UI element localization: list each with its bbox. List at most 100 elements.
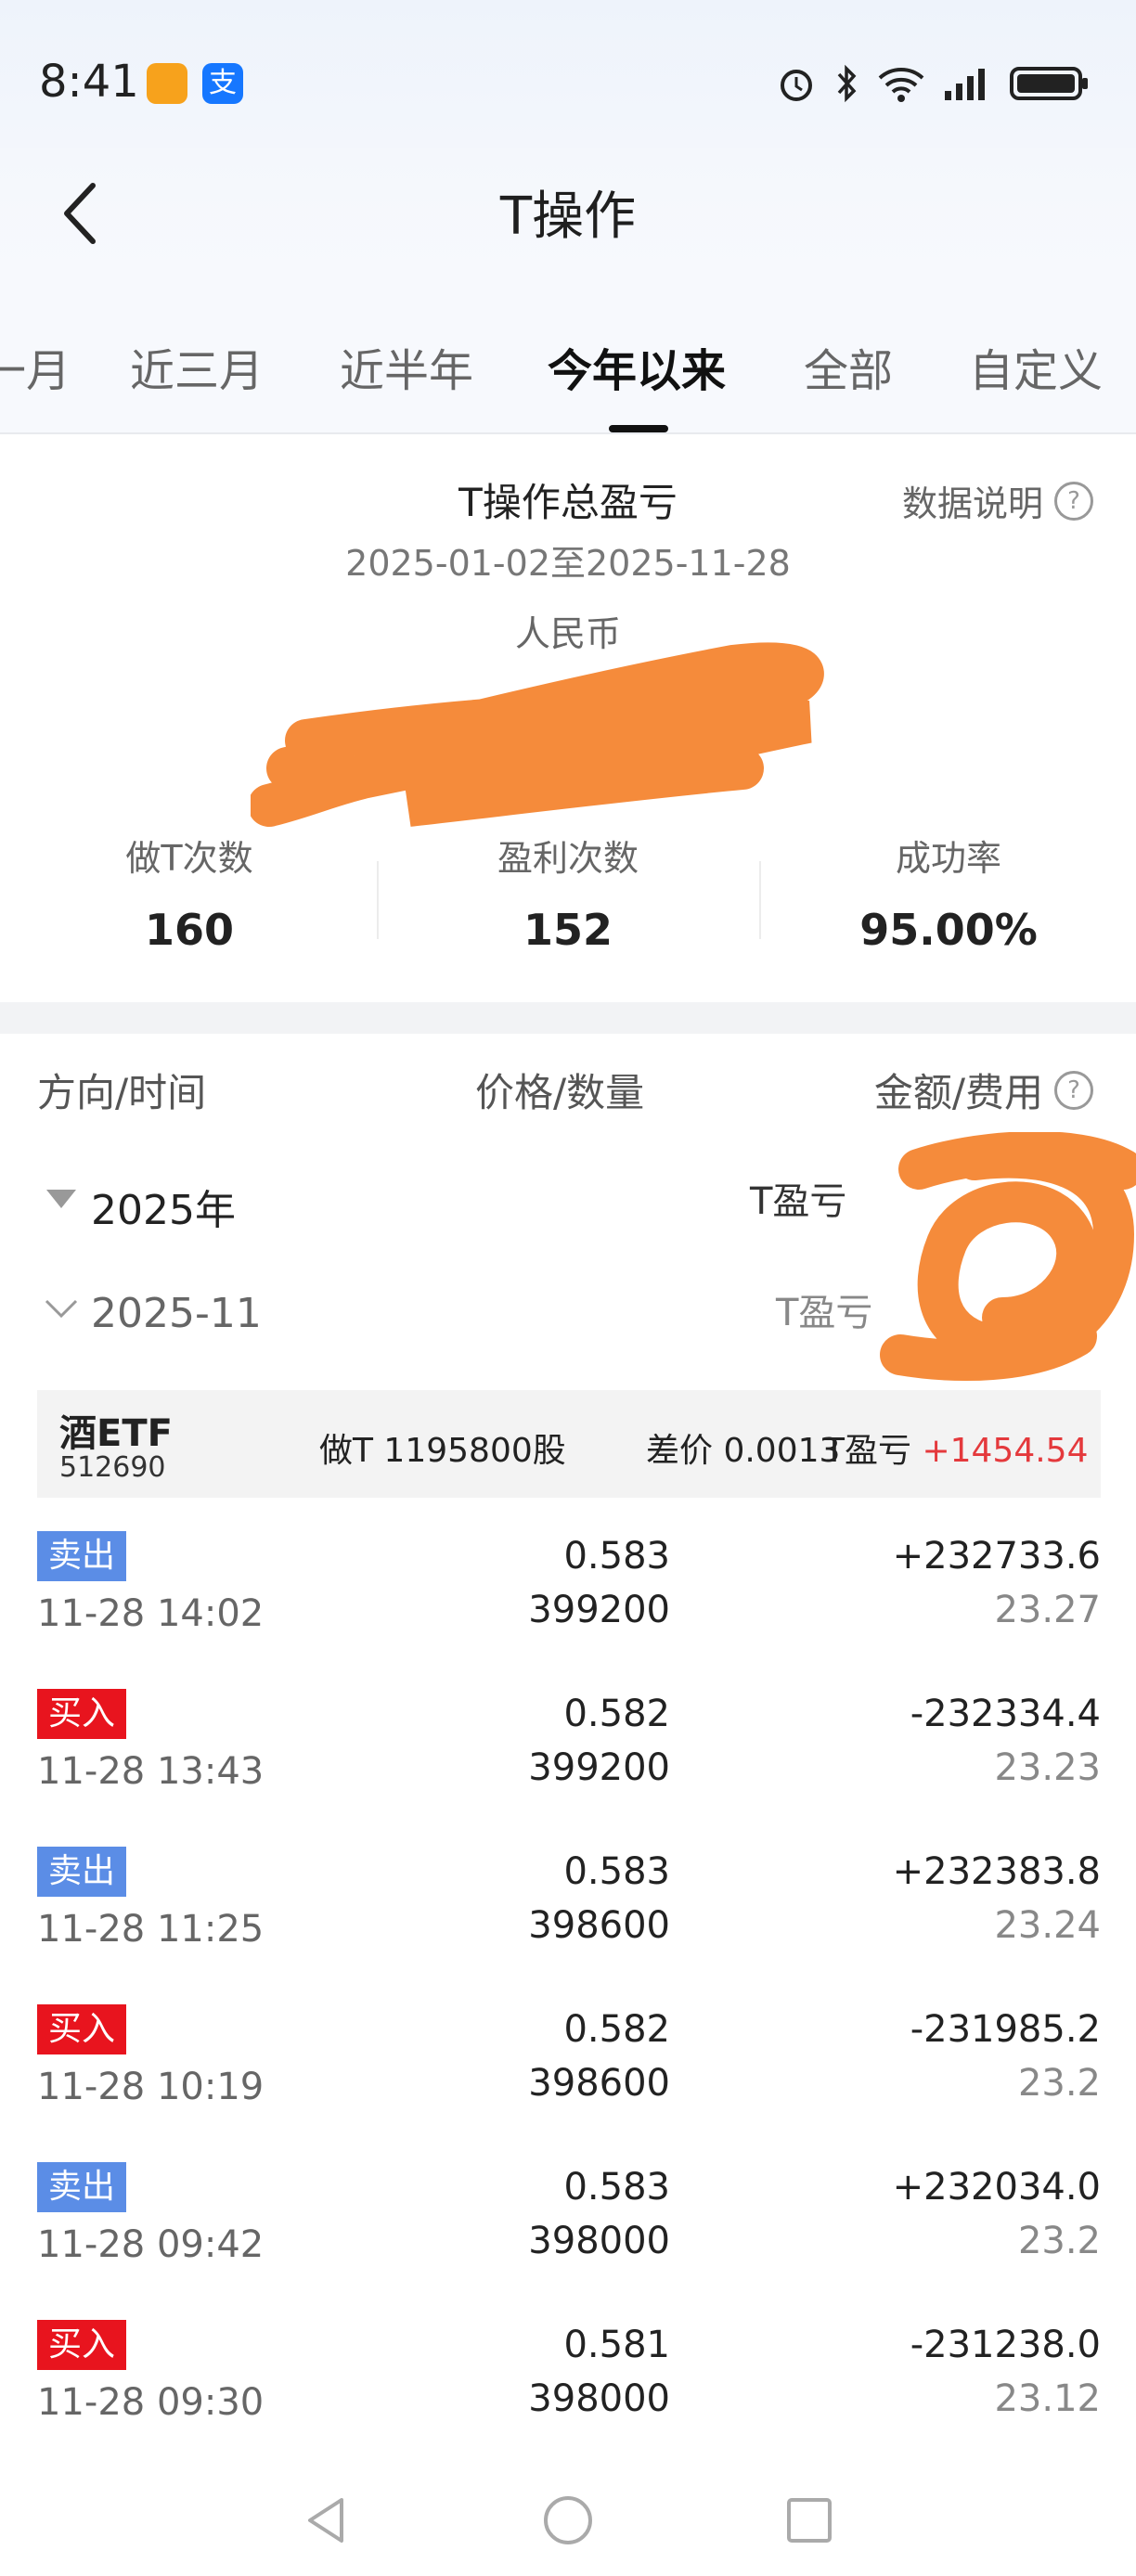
stat-value: 95.00% xyxy=(859,905,1038,955)
trade-qty: 398000 xyxy=(528,2377,670,2420)
redaction-scribble xyxy=(251,642,824,827)
col-price-qty: 价格/数量 xyxy=(475,1070,645,1115)
trade-amount: +232733.6 xyxy=(892,1535,1101,1578)
side-badge: 卖出 xyxy=(37,2162,127,2212)
trade-qty: 398600 xyxy=(528,2062,670,2105)
battery-icon xyxy=(1010,67,1088,100)
page-title: T操作 xyxy=(499,187,637,247)
status-bar: 8:41 支 xyxy=(0,0,1136,167)
year-pl-label: T盈亏 xyxy=(750,1180,847,1223)
stat-value: 152 xyxy=(523,905,613,955)
data-explain-label: 数据说明 xyxy=(901,483,1043,524)
trade-qty: 399200 xyxy=(528,1746,670,1789)
tab-half-year[interactable]: 近半年 xyxy=(340,334,473,399)
month-label: 2025-11 xyxy=(91,1290,262,1337)
trade-row[interactable]: 卖出 11-28 09:42 0.583 398000 +232034.0 23… xyxy=(0,2162,1136,2320)
trade-row[interactable]: 买入 11-28 10:19 0.582 398600 -231985.2 23… xyxy=(0,2004,1136,2162)
trade-time: 11-28 09:30 xyxy=(37,2381,265,2424)
year-label: 2025年 xyxy=(91,1187,236,1234)
trade-price: 0.582 xyxy=(563,2008,670,2051)
col-amount-fee-label: 金额/费用 xyxy=(873,1070,1043,1115)
status-time: 8:41 xyxy=(39,56,139,108)
etf-do-t-shares: 做T 1195800股 xyxy=(319,1432,566,1470)
nav-recents-icon[interactable] xyxy=(781,2492,837,2548)
wifi-icon xyxy=(878,68,924,102)
trade-price: 0.583 xyxy=(563,2166,670,2209)
col-amount-fee[interactable]: 金额/费用 ? xyxy=(874,1062,1093,1118)
trade-price: 0.582 xyxy=(563,1693,670,1735)
trade-qty: 399200 xyxy=(528,1589,670,1631)
chevron-down-icon xyxy=(45,1299,78,1319)
signal-icon xyxy=(945,69,985,100)
trade-row[interactable]: 卖出 11-28 11:25 0.583 398600 +232383.8 23… xyxy=(0,1847,1136,2004)
date-range: 2025-01-02至2025-11-28 xyxy=(345,543,791,584)
list-header: 方向/时间 价格/数量 金额/费用 ? xyxy=(0,1034,1136,1136)
divider xyxy=(377,861,379,939)
trade-row[interactable]: 卖出 11-28 14:02 0.583 399200 +232733.6 23… xyxy=(0,1531,1136,1689)
trade-time: 11-28 10:19 xyxy=(37,2066,265,2108)
trade-amount: -231238.0 xyxy=(910,2324,1101,2366)
tab-custom[interactable]: 自定义 xyxy=(969,334,1103,399)
etf-pl-value: +1454.54 xyxy=(922,1432,1089,1470)
etf-code: 512690 xyxy=(59,1451,166,1484)
trade-price: 0.583 xyxy=(563,1850,670,1893)
trade-fee: 23.12 xyxy=(994,2377,1101,2420)
alarm-icon xyxy=(781,70,812,101)
side-badge: 买入 xyxy=(37,2320,127,2370)
trade-time: 11-28 09:42 xyxy=(37,2223,265,2266)
side-badge: 卖出 xyxy=(37,1847,127,1897)
trade-row[interactable]: 买入 11-28 09:30 0.581 398000 -231238.0 23… xyxy=(0,2320,1136,2478)
stat-value: 160 xyxy=(144,905,235,955)
trade-price: 0.581 xyxy=(563,2324,670,2366)
period-tabs: 一月 近三月 近半年 今年以来 全部 自定义 xyxy=(0,269,1136,434)
trade-qty: 398000 xyxy=(528,2220,670,2262)
trade-row[interactable]: 买入 11-28 13:43 0.582 399200 -232334.4 23… xyxy=(0,1689,1136,1847)
etf-pl-label: T盈亏 xyxy=(824,1432,911,1470)
col-direction-time: 方向/时间 xyxy=(37,1070,207,1115)
trade-fee: 23.24 xyxy=(994,1904,1101,1947)
etf-spread: 差价 0.0013 xyxy=(646,1432,841,1470)
section-gap xyxy=(0,1002,1136,1034)
trade-fee: 23.27 xyxy=(994,1589,1101,1631)
etf-pl: T盈亏 +1454.54 xyxy=(824,1423,1089,1472)
side-badge: 卖出 xyxy=(37,1531,127,1581)
system-nav-bar xyxy=(0,2459,1136,2576)
active-tab-indicator xyxy=(609,425,668,432)
trade-amount: -232334.4 xyxy=(910,1693,1101,1735)
tab-all[interactable]: 全部 xyxy=(804,334,893,399)
help-icon: ? xyxy=(1054,481,1093,521)
status-icons xyxy=(776,58,1090,109)
help-icon: ? xyxy=(1054,1070,1093,1110)
trade-amount: -231985.2 xyxy=(910,2008,1101,2051)
side-badge: 买入 xyxy=(37,1689,127,1739)
title-bar: T操作 xyxy=(0,148,1136,269)
redaction-scribble xyxy=(880,1132,1136,1381)
stat-success-rate: 成功率 95.00% xyxy=(809,830,1088,955)
trade-time: 11-28 14:02 xyxy=(37,1592,265,1635)
nav-back-icon[interactable] xyxy=(299,2492,355,2548)
data-explain-link[interactable]: 数据说明 ? xyxy=(902,475,1093,526)
tab-year-to-date[interactable]: 今年以来 xyxy=(548,334,726,399)
trade-fee: 23.2 xyxy=(1017,2062,1101,2105)
trade-price: 0.583 xyxy=(563,1535,670,1578)
stat-trade-count: 做T次数 160 xyxy=(50,830,329,955)
trade-time: 11-28 13:43 xyxy=(37,1750,265,1793)
etf-name: 酒ETF xyxy=(59,1412,173,1455)
stat-label: 盈利次数 xyxy=(497,838,639,879)
stat-profit-count: 盈利次数 152 xyxy=(429,830,707,955)
trade-amount: +232383.8 xyxy=(892,1850,1101,1893)
stat-label: 做T次数 xyxy=(125,838,253,879)
tab-one-month[interactable]: 一月 xyxy=(0,334,71,399)
trade-qty: 398600 xyxy=(528,1904,670,1947)
stat-label: 成功率 xyxy=(895,838,1001,879)
tab-three-months[interactable]: 近三月 xyxy=(130,334,264,399)
etf-summary-card[interactable]: 酒ETF 512690 做T 1195800股 差价 0.0013 T盈亏 +1… xyxy=(37,1390,1101,1498)
bluetooth-icon xyxy=(837,64,857,103)
nav-home-icon[interactable] xyxy=(540,2492,596,2548)
month-pl-label: T盈亏 xyxy=(776,1292,873,1334)
divider xyxy=(759,861,761,939)
trade-time: 11-28 11:25 xyxy=(37,1908,265,1951)
app-notification-icon xyxy=(147,63,187,104)
side-badge: 买入 xyxy=(37,2004,127,2054)
trade-fee: 23.23 xyxy=(994,1746,1101,1789)
